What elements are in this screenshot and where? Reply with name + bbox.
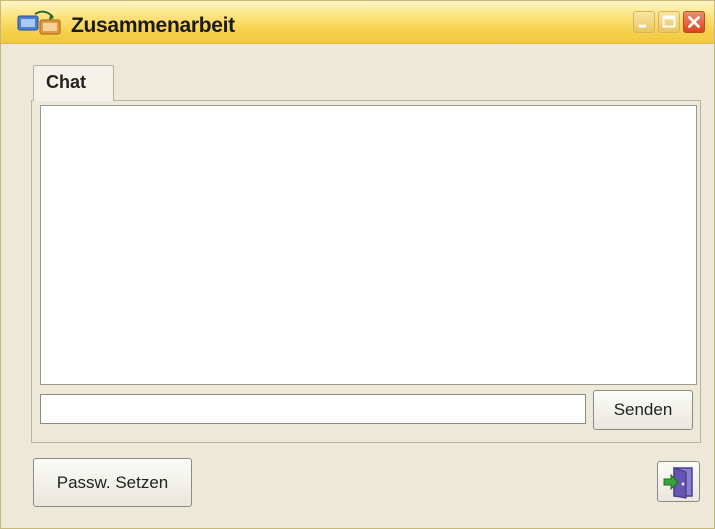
close-button[interactable]	[683, 11, 705, 33]
close-icon	[688, 16, 700, 28]
set-password-button[interactable]: Passw. Setzen	[33, 458, 192, 507]
minimize-button[interactable]	[633, 11, 655, 33]
app-icon	[17, 10, 61, 35]
maximize-button[interactable]	[658, 11, 680, 33]
collaboration-window: Zusammenarbeit Chat Senden Passw. Setzen	[0, 0, 715, 529]
tab-chat-label: Chat	[46, 72, 86, 92]
title-bar[interactable]: Zusammenarbeit	[1, 1, 714, 44]
message-input[interactable]	[40, 394, 586, 424]
maximize-icon	[662, 15, 676, 28]
tab-chat[interactable]: Chat	[33, 65, 114, 101]
chat-history[interactable]	[40, 105, 697, 385]
exit-door-icon	[663, 467, 693, 499]
exit-button[interactable]	[657, 461, 700, 502]
send-button[interactable]: Senden	[593, 390, 693, 430]
window-title: Zusammenarbeit	[71, 14, 235, 37]
minimize-icon	[638, 24, 646, 28]
